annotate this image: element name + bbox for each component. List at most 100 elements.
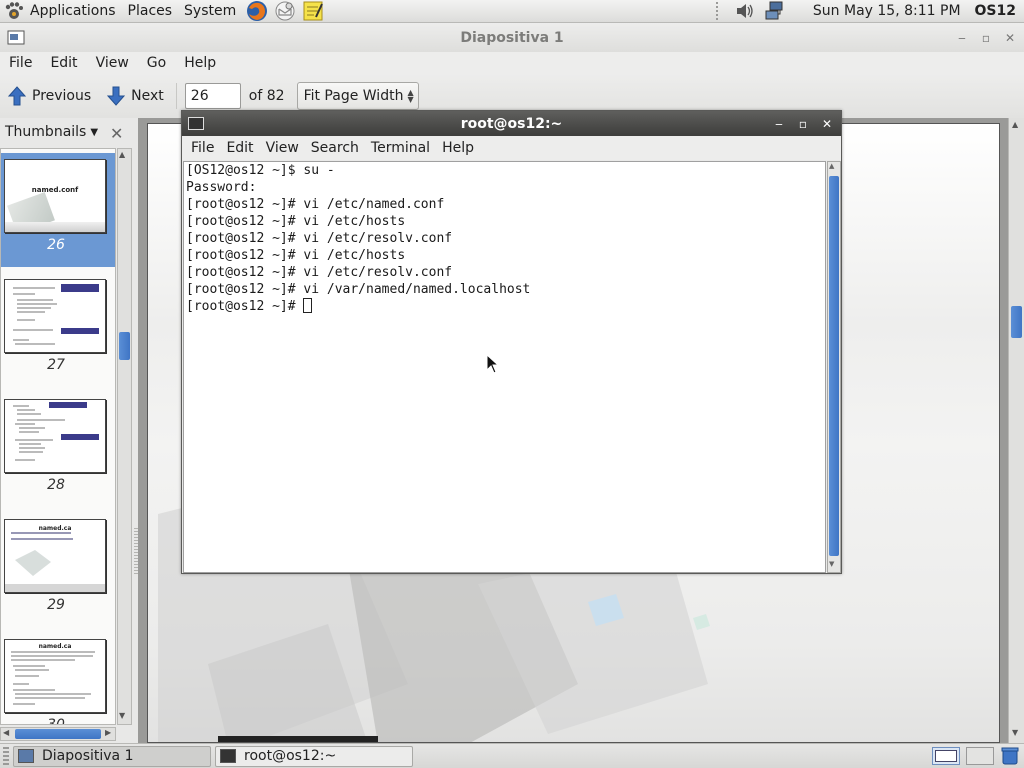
maximize-icon: ▫ [798,116,808,131]
maximize-button[interactable]: ▫ [978,30,994,46]
thumbnail-number: 28 [47,477,65,493]
terminal-window[interactable]: root@os12:~ ‒ ▫ ✕ File Edit View Search … [181,110,842,574]
thumbnail-image: named.ca [4,639,106,713]
workspace-window-icon [935,750,957,762]
clock[interactable]: Sun May 15, 8:11 PM [813,3,961,19]
menu-view[interactable]: View [87,55,138,71]
hostname[interactable]: OS12 [975,3,1016,19]
menu-help[interactable]: Help [175,55,225,71]
applications-label: Applications [30,3,116,19]
firefox-launcher[interactable] [244,0,270,23]
notes-launcher[interactable] [300,0,326,23]
minimize-button[interactable]: ‒ [954,30,970,46]
scroll-up-arrow-icon[interactable]: ▲ [1012,120,1018,129]
previous-label: Previous [32,88,92,104]
top-panel: Applications Places System Sun May 15, 8… [0,0,1024,23]
arrow-down-icon [107,86,126,106]
terminal-output[interactable]: [OS12@os12 ~]$ su - Password: [root@os12 ~… [183,161,826,573]
minimize-icon: ‒ [775,116,783,131]
next-label: Next [131,88,164,104]
taskbar-item-label: Diapositiva 1 [42,748,134,764]
terminal-close-button[interactable]: ✕ [819,116,835,132]
system-menu[interactable]: System [178,0,242,23]
taskbar-item-terminal[interactable]: root@os12:~ [215,745,413,767]
window-title: Diapositiva 1 [460,29,564,46]
scroll-up-arrow-icon[interactable]: ▲ [829,162,834,170]
terminal-prompt-line[interactable]: [root@os12 ~]# [186,298,823,315]
workspace-1[interactable] [932,747,960,765]
taskbar-grip [3,747,9,765]
hscrollbar-thumb[interactable] [15,729,101,739]
volume-icon[interactable] [735,2,755,20]
firefox-icon [247,1,268,21]
terminal-scrollbar[interactable]: ▲ ▼ [827,161,841,573]
terminal-line: [OS12@os12 ~]$ su - [186,163,335,178]
close-icon: ✕ [1004,30,1016,45]
thumbnail-title: named.conf [31,186,79,194]
scrollbar-thumb[interactable] [119,332,130,360]
thumbnail-image: named.conf [4,159,106,233]
scrollbar-thumb[interactable] [1011,306,1022,338]
network-icon[interactable] [765,1,787,21]
terminal-minimize-button[interactable]: ‒ [771,116,787,132]
spin-arrows-icon: ▲ ▼ [407,88,414,104]
scroll-right-arrow-icon[interactable]: ▶ [105,728,111,737]
workspace-2[interactable] [966,747,994,765]
menu-go[interactable]: Go [138,55,175,71]
document-scrollbar[interactable]: ▲ ▼ [1008,118,1024,743]
scroll-down-arrow-icon[interactable]: ▼ [829,560,834,568]
thumbnail-hscrollbar[interactable]: ◀ ▶ [0,727,116,741]
terminal-menu-edit[interactable]: Edit [220,140,259,156]
thumbnail-26[interactable]: named.conf 26 [1,153,115,267]
terminal-menu-view[interactable]: View [260,140,305,156]
terminal-menu-file[interactable]: File [182,140,220,156]
minimize-icon: ‒ [958,30,966,45]
thumbnail-27[interactable]: 27 [1,273,115,387]
trash-icon[interactable] [1000,746,1020,766]
terminal-line: [root@os12 ~]# vi /etc/named.conf [186,197,445,212]
terminal-title: root@os12:~ [460,115,563,132]
page-number-input[interactable]: 26 [184,83,241,109]
applications-menu[interactable]: Applications [0,0,122,23]
close-sidebar-icon[interactable]: ✕ [110,124,123,143]
thumbnail-scrollbar[interactable]: ▲ ▼ [117,148,132,725]
evolution-icon [275,1,295,21]
thumbnail-number: 30 [47,717,65,725]
scroll-up-arrow-icon[interactable]: ▲ [119,150,125,159]
terminal-line: [root@os12 ~]# vi /var/named/named.local… [186,282,531,297]
places-menu[interactable]: Places [122,0,179,23]
terminal-scrollbar-thumb[interactable] [829,176,839,556]
terminal-maximize-button[interactable]: ▫ [795,116,811,132]
close-button[interactable]: ✕ [1002,30,1018,46]
thumbnail-30[interactable]: named.ca 30 [1,633,115,725]
thumbnail-29[interactable]: named.ca 29 [1,513,115,627]
places-label: Places [127,3,173,19]
chevron-down-icon: ▼ [90,126,99,138]
evince-titlebar[interactable]: Diapositiva 1 ‒ ▫ ✕ [0,23,1024,52]
next-button[interactable]: Next [99,81,172,111]
scroll-down-arrow-icon[interactable]: ▼ [119,711,125,720]
thumbnail-28[interactable]: 28 [1,393,115,507]
terminal-menu-search[interactable]: Search [305,140,365,156]
thumbnail-number: 27 [47,357,65,373]
terminal-menu-terminal[interactable]: Terminal [365,140,436,156]
taskbar-item-evince[interactable]: Diapositiva 1 [13,745,211,767]
terminal-cursor [303,298,313,313]
maximize-icon: ▫ [981,30,991,45]
terminal-prompt: [root@os12 ~]# [186,299,304,314]
evolution-launcher[interactable] [272,0,298,23]
scroll-left-arrow-icon[interactable]: ◀ [3,728,9,737]
system-label: System [184,3,237,19]
sidebar: Thumbnails ▼ ✕ named.conf 26 27 28 named… [0,118,138,743]
menu-file[interactable]: File [0,55,41,71]
terminal-icon [220,749,236,763]
previous-button[interactable]: Previous [0,81,99,111]
terminal-titlebar[interactable]: root@os12:~ ‒ ▫ ✕ [182,111,841,136]
notes-icon [303,1,324,21]
menu-edit[interactable]: Edit [41,55,86,71]
thumbnail-list[interactable]: named.conf 26 27 28 named.ca 29 named.ca… [0,148,116,725]
terminal-menu-help[interactable]: Help [436,140,480,156]
close-icon: ✕ [821,116,833,131]
zoom-select[interactable]: Fit Page Width ▲ ▼ [296,82,419,110]
scroll-down-arrow-icon[interactable]: ▼ [1012,728,1018,737]
